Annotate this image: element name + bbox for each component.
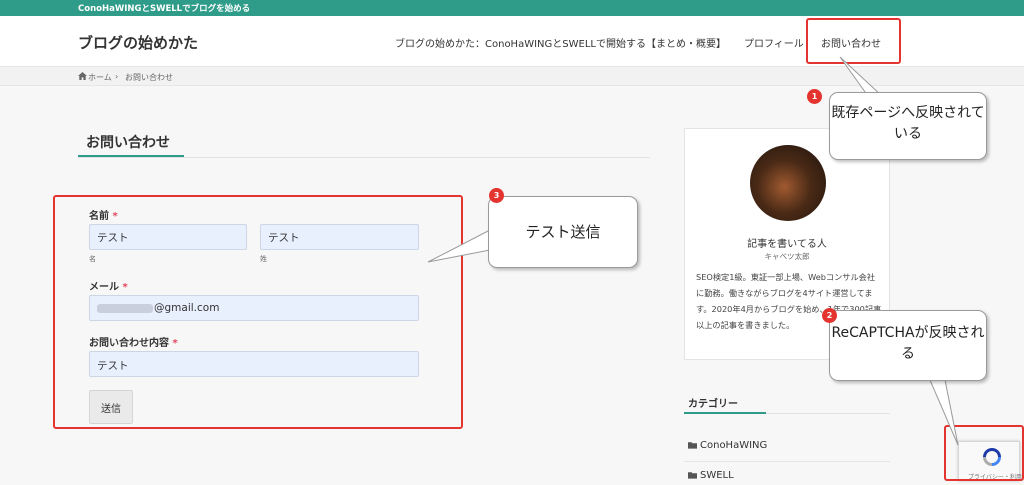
callout-recaptcha: ReCAPTCHAが反映される (829, 310, 987, 381)
annotation-badge-1: 1 (807, 89, 822, 104)
callout-test-send: テスト送信 (488, 196, 638, 268)
annotation-badge-3: 3 (489, 188, 504, 203)
annotation-badge-2: 2 (822, 308, 837, 323)
callout-existing-page: 既存ページへ反映されている (829, 92, 987, 160)
